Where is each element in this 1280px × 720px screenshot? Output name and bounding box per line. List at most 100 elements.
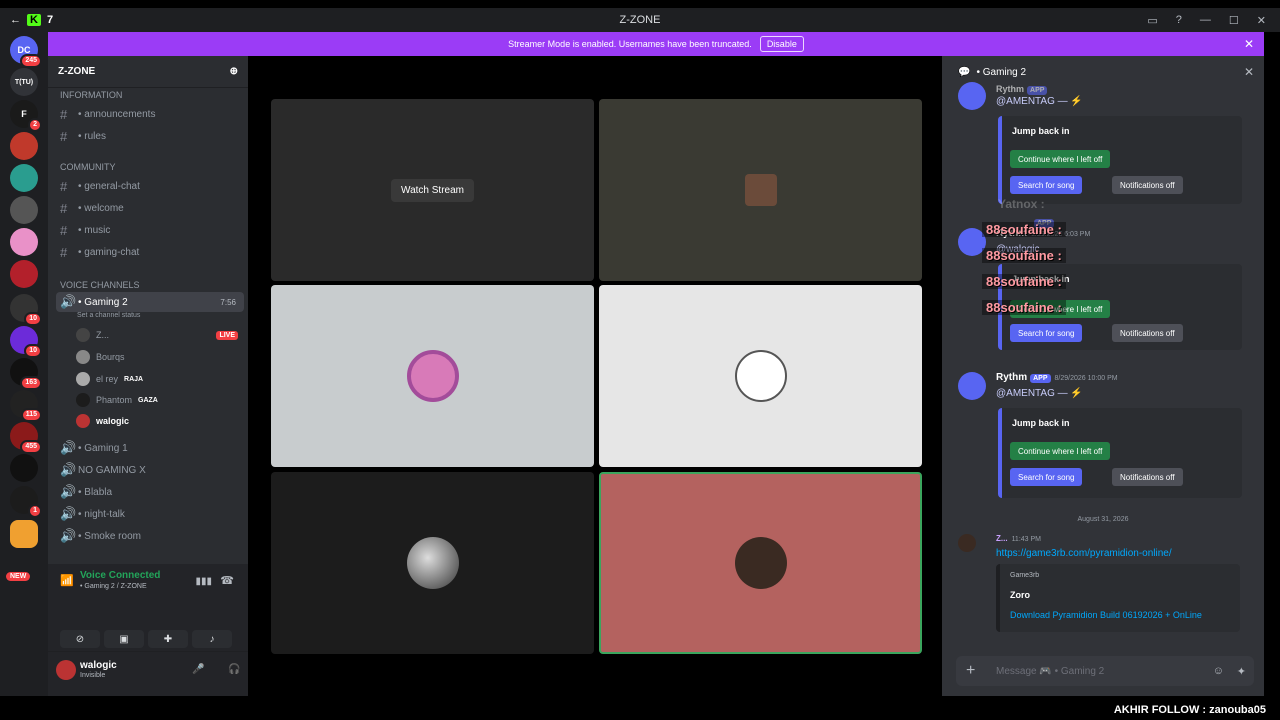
video-stage: Watch Stream	[248, 56, 942, 696]
category-voice[interactable]: VOICE CHANNELS	[60, 280, 140, 290]
message-input[interactable]: + Message 🎮 • Gaming 2 ☺ ✦	[956, 656, 1254, 686]
back-icon[interactable]: ←	[10, 14, 21, 26]
notifications-off-button[interactable]: Notifications off	[1112, 324, 1183, 342]
message-author[interactable]: Z... 11:43 PM	[996, 534, 1041, 543]
channel-gaming-chat[interactable]: # • gaming-chat	[56, 242, 244, 262]
channel-announcements[interactable]: # • announcements	[56, 104, 244, 124]
search-song-button[interactable]: Search for song	[1010, 176, 1083, 194]
server-badge: 245	[20, 54, 42, 68]
avatar[interactable]	[958, 534, 976, 552]
user-tile[interactable]	[271, 472, 594, 654]
member-name: walogic	[96, 416, 130, 426]
server-icon[interactable]	[10, 260, 38, 288]
microphone-icon[interactable]: 🎤	[192, 664, 204, 675]
channel-general-chat[interactable]: # • general-chat	[56, 176, 244, 196]
voice-channel-gaming-2[interactable]: 🔊 • Gaming 2 7:56	[56, 292, 244, 312]
inbox-icon[interactable]: ▭	[1147, 14, 1157, 27]
server-icon[interactable]: 1	[10, 486, 42, 518]
channel-status[interactable]: Set a channel status	[77, 312, 140, 319]
headphones-icon[interactable]: 🎧	[228, 664, 240, 675]
chat-overlay-line: 88soufaine :	[982, 248, 1066, 263]
server-folder-icon[interactable]	[10, 520, 38, 548]
voice-member[interactable]: Phantom GAZA	[76, 391, 236, 409]
server-icon[interactable]	[10, 164, 38, 192]
voice-connected-label[interactable]: Voice Connected	[80, 570, 160, 581]
close-button[interactable]: ✕	[1257, 14, 1266, 27]
voice-member[interactable]: el rey RAJA	[76, 370, 236, 388]
close-chat-icon[interactable]: ✕	[1244, 65, 1254, 79]
add-member-icon[interactable]: ⊕	[230, 66, 238, 77]
voice-connected-sub: • Gaming 2 / Z-ZONE	[80, 583, 147, 590]
camera-off-button[interactable]: ⊘	[60, 630, 100, 648]
signal-icon[interactable]: 📶	[60, 574, 74, 587]
notifications-off-button[interactable]: Notifications off	[1112, 176, 1183, 194]
member-tag: RAJA	[124, 375, 144, 383]
search-song-button[interactable]: Search for song	[1010, 468, 1083, 486]
voice-member-self[interactable]: walogic	[76, 412, 236, 430]
server-icon[interactable]: F2	[10, 100, 42, 132]
continue-button[interactable]: Continue where I left off	[1010, 442, 1111, 460]
channel-label: NO GAMING X	[78, 464, 146, 476]
voice-channel-gaming-1[interactable]: 🔊 • Gaming 1	[56, 438, 244, 458]
mention[interactable]: @AMENTAG — ⚡	[996, 96, 1083, 107]
server-icon[interactable]	[10, 454, 38, 482]
continue-button[interactable]: Continue where I left off	[1010, 150, 1111, 168]
avatar	[744, 174, 777, 206]
activities-button[interactable]: ✚	[148, 630, 188, 648]
help-icon[interactable]: ?	[1176, 14, 1182, 27]
screen-share-button[interactable]: ▣	[104, 630, 144, 648]
notifications-off-button[interactable]: Notifications off	[1112, 468, 1183, 486]
home-server-icon[interactable]: DC 245	[10, 36, 42, 68]
user-tile[interactable]	[271, 285, 594, 467]
embed-link[interactable]: Download Pyramidion Build 06192026 + OnL…	[1010, 610, 1202, 620]
message-author[interactable]: Rythm APP 8/29/2026 10:00 PM	[996, 372, 1118, 383]
mention[interactable]: @AMENTAG — ⚡	[996, 388, 1083, 399]
banner-close-icon[interactable]: ✕	[1244, 37, 1254, 51]
voice-member[interactable]: Z...	[76, 326, 236, 344]
server-icon[interactable]	[10, 132, 38, 160]
apps-icon[interactable]: ✦	[1237, 665, 1246, 678]
watch-stream-button[interactable]: Watch Stream	[391, 178, 474, 202]
plus-icon[interactable]: +	[966, 662, 975, 680]
server-icon[interactable]	[10, 228, 38, 256]
voice-channel-smoke-room[interactable]: 🔊 • Smoke room	[56, 526, 244, 546]
user-tile[interactable]	[599, 285, 922, 467]
voice-member[interactable]: Bourqs	[76, 348, 236, 366]
category-information[interactable]: INFORMATION	[60, 90, 122, 100]
server-header[interactable]: Z-ZONE ⊕	[48, 56, 248, 88]
voice-channel-no-gaming[interactable]: 🔊 NO GAMING X	[56, 460, 244, 480]
speaking-user-tile[interactable]	[599, 472, 922, 654]
avatar[interactable]	[958, 372, 986, 400]
message-link[interactable]: https://game3rb.com/pyramidion-online/	[996, 548, 1172, 559]
category-community[interactable]: COMMUNITY	[60, 162, 116, 172]
channel-music[interactable]: # • music	[56, 220, 244, 240]
user-tile[interactable]	[599, 99, 922, 281]
search-song-button[interactable]: Search for song	[1010, 324, 1083, 342]
soundboard-button[interactable]: ♪	[192, 630, 232, 648]
server-icon[interactable]: 115	[10, 390, 42, 422]
disconnect-icon[interactable]: ☎	[220, 574, 234, 587]
server-icon[interactable]: 10	[10, 294, 42, 326]
minimize-button[interactable]: —	[1200, 14, 1211, 27]
message-author-partial[interactable]: Rythm APP	[996, 84, 1048, 95]
channel-welcome[interactable]: # • welcome	[56, 198, 244, 218]
avatar[interactable]	[56, 660, 76, 680]
server-icon[interactable]: 455	[10, 422, 42, 454]
server-icon[interactable]: T(TU)	[10, 68, 38, 96]
channel-rules[interactable]: # • rules	[56, 126, 244, 146]
noise-suppression-icon[interactable]: ▮▮▮	[195, 576, 212, 587]
server-icon[interactable]: 10	[10, 326, 42, 358]
voice-channel-night-talk[interactable]: 🔊 • night-talk	[56, 504, 244, 524]
stream-tile[interactable]: Watch Stream	[271, 99, 594, 281]
voice-connection-panel: 📶 Voice Connected • Gaming 2 / Z-ZONE ▮▮…	[48, 564, 248, 652]
maximize-button[interactable]: ☐	[1229, 14, 1239, 27]
voice-text-chat: 💬 • Gaming 2 ✕ @AMENTAG — ⚡ Jump back in…	[942, 56, 1264, 696]
avatar[interactable]	[958, 82, 986, 110]
voice-channel-blabla[interactable]: 🔊 • Blabla	[56, 482, 244, 502]
username[interactable]: walogic	[80, 660, 117, 671]
disable-button[interactable]: Disable	[759, 36, 804, 52]
server-icon[interactable]: 163	[10, 358, 42, 390]
channel-label: • music	[78, 224, 111, 236]
emoji-icon[interactable]: ☺	[1213, 665, 1224, 677]
server-icon[interactable]	[10, 196, 38, 224]
